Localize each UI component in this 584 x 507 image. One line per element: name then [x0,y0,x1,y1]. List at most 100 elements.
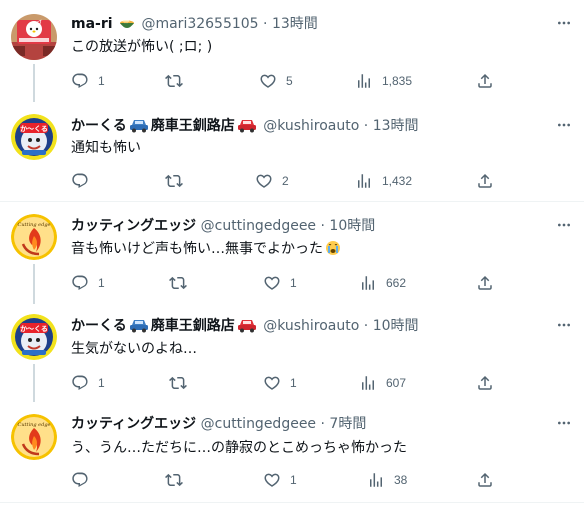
tweet-1[interactable]: ma-ri @mari32655105 · 13時間 この放送が怖い( ;ロ; … [0,0,584,102]
user-handle[interactable]: @cuttingedgeee [201,416,316,432]
car-icon [129,317,149,338]
views-icon [358,174,370,188]
reply-count: 1 [98,276,105,290]
more-icon[interactable] [556,15,572,31]
more-icon[interactable] [556,317,572,333]
tweet-3[interactable]: カッティングエッジ @cuttingedgeee · 10時間 音も怖いけど声も… [0,202,584,304]
like-count: 2 [282,174,289,188]
user-handle[interactable]: @kushiroauto [263,318,359,334]
like-button[interactable]: 5 [259,72,293,90]
avatar[interactable] [11,414,57,460]
views-button[interactable]: 38 [367,471,407,489]
views-button[interactable]: 1,835 [355,72,412,90]
like-icon [264,376,280,390]
user-name-suffix[interactable]: 廃車王釧路店 [151,318,235,334]
like-count: 1 [290,376,297,390]
user-name[interactable]: カッティングエッジ [71,218,196,234]
avatar[interactable] [11,114,57,160]
reply-button[interactable]: 1 [71,72,105,90]
share-button[interactable] [476,471,494,489]
views-count: 38 [394,473,408,487]
views-button[interactable]: 1,432 [355,172,412,190]
user-name[interactable]: かーくる [71,118,127,134]
share-icon [478,275,492,290]
car-icon [237,317,257,338]
timestamp[interactable]: 10時間 [373,318,419,334]
thread-line [33,364,35,402]
like-button[interactable]: 2 [255,172,289,190]
user-handle[interactable]: @cuttingedgeee [201,218,316,234]
views-icon [358,74,370,88]
retweet-icon [169,276,187,290]
separator-dot: · [363,118,369,134]
like-icon [264,276,280,290]
tweet-5[interactable]: カッティングエッジ @cuttingedgeee · 7時間 う、うん…ただちに… [0,402,584,502]
reply-button[interactable]: 1 [71,374,105,392]
crying-face-icon [325,240,341,261]
reply-icon [72,275,88,290]
like-icon [256,174,272,188]
share-button[interactable] [476,374,494,392]
user-name[interactable]: かーくる [71,318,127,334]
views-button[interactable]: 662 [359,274,406,292]
share-icon [478,375,492,390]
user-name-suffix[interactable]: 廃車王釧路店 [151,118,235,134]
views-button[interactable]: 607 [359,374,406,392]
retweet-button[interactable] [169,374,196,392]
tweet-text: この放送が怖い( ;ロ; ) [71,39,213,55]
reply-button[interactable]: 1 [71,274,105,292]
separator-dot: · [320,416,325,432]
timestamp[interactable]: 13時間 [272,16,318,32]
car-icon [129,117,149,138]
share-button[interactable] [476,172,494,190]
reply-button[interactable] [71,471,98,489]
reply-count: 1 [98,74,105,88]
tweet-text: う、うん…ただちに…の静寂のとこめっちゃ怖かった [71,440,407,456]
views-icon [362,376,374,390]
tweet-text: 生気がないのよね… [71,341,197,357]
user-name[interactable]: カッティングエッジ [71,416,196,432]
like-button[interactable]: 1 [263,374,297,392]
views-count: 607 [386,376,407,390]
timestamp[interactable]: 10時間 [329,218,375,234]
retweet-button[interactable] [165,72,192,90]
user-handle[interactable]: @mari32655105 [141,16,258,32]
like-count: 1 [290,276,297,290]
like-icon [260,74,276,88]
timestamp[interactable]: 13時間 [373,118,419,134]
retweet-icon [169,376,187,390]
tweet-header: かーくる 廃車王釧路店 @kushiroauto · 10時間 [71,317,419,338]
share-icon [478,173,492,188]
more-icon[interactable] [556,217,572,233]
retweet-button[interactable] [165,172,192,190]
more-icon[interactable] [556,415,572,431]
tweet-4[interactable]: かーくる 廃車王釧路店 @kushiroauto · 10時間 生気がないのよね…… [0,302,584,402]
tweet-text: 通知も怖い [71,140,141,156]
share-button[interactable] [476,274,494,292]
tweet-header: カッティングエッジ @cuttingedgeee · 7時間 [71,415,366,433]
more-icon[interactable] [556,117,572,133]
like-count: 5 [286,74,293,88]
like-button[interactable]: 1 [263,274,297,292]
retweet-button[interactable] [169,274,196,292]
tweet-2[interactable]: かーくる 廃車王釧路店 @kushiroauto · 13時間 通知も怖い 2 1… [0,102,584,200]
tweet-text-body: 音も怖いけど声も怖い…無事でよかった [71,241,323,257]
user-name[interactable]: ma-ri [71,16,113,32]
avatar[interactable] [11,214,57,260]
divider [0,502,584,503]
reply-icon [72,173,88,188]
like-button[interactable]: 1 [263,471,297,489]
retweet-button[interactable] [165,471,192,489]
views-icon [370,473,382,487]
views-icon [362,276,374,290]
tweet-header: ma-ri @mari32655105 · 13時間 [71,15,318,36]
reply-count: 1 [98,376,105,390]
reply-button[interactable] [71,172,98,190]
tweet-text: 音も怖いけど声も怖い…無事でよかった [71,240,343,261]
views-count: 1,835 [382,74,413,88]
timestamp[interactable]: 7時間 [329,416,366,432]
avatar[interactable] [11,314,57,360]
user-handle[interactable]: @kushiroauto [263,118,359,134]
share-button[interactable] [476,72,494,90]
avatar[interactable] [11,14,57,60]
